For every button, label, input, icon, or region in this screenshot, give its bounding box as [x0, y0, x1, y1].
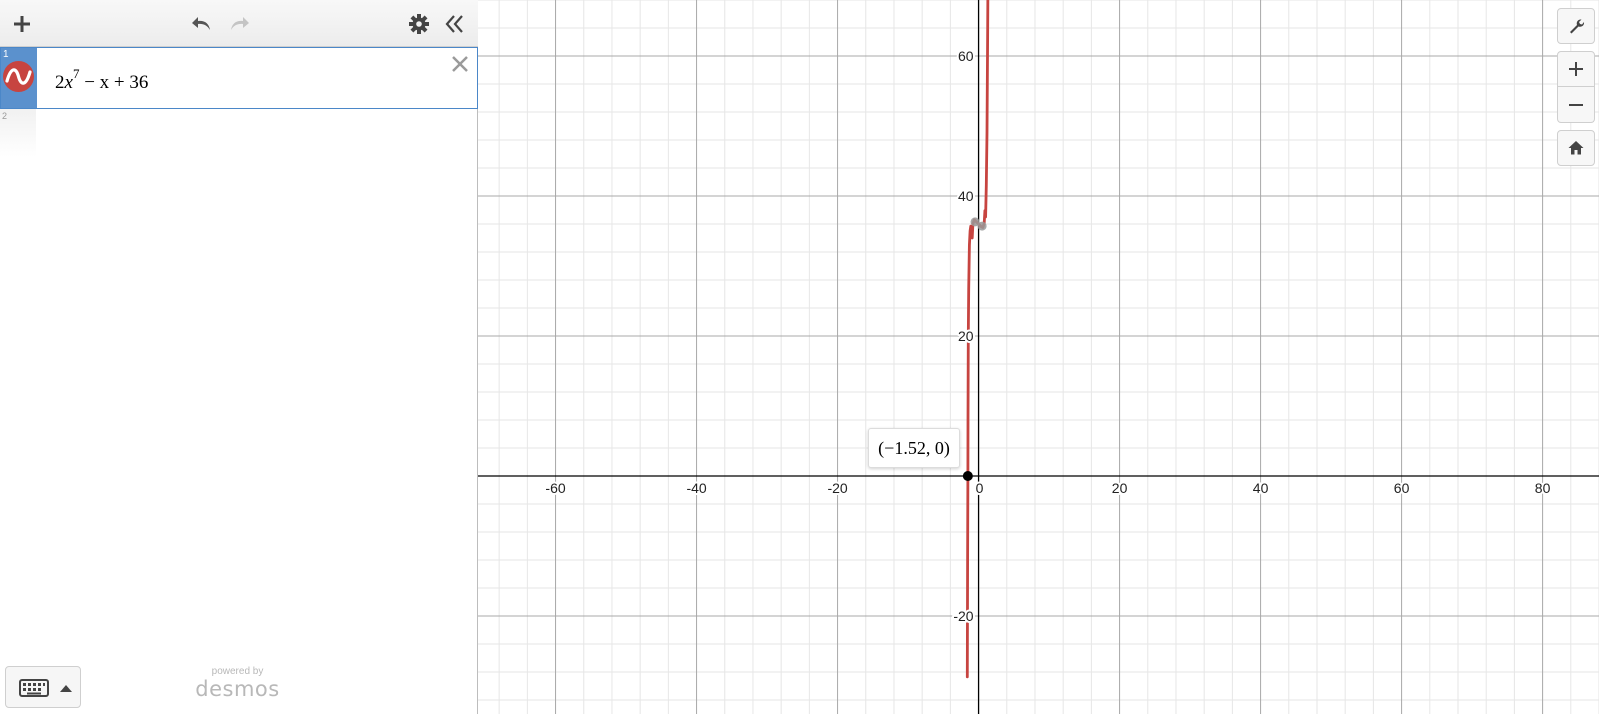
expression-rest: − x + 36	[79, 72, 149, 93]
zoom-out-button[interactable]	[1557, 87, 1595, 123]
sine-wave-icon	[5, 68, 32, 85]
expression-input[interactable]: 2x7 − x + 36	[55, 66, 148, 94]
graph-style-icon[interactable]	[3, 61, 34, 92]
expression-tab: 1	[1, 48, 37, 108]
x-tick-label: 40	[1253, 480, 1269, 496]
x-tick-label: -60	[545, 480, 565, 496]
y-tick-label: 60	[958, 48, 974, 64]
plus-icon	[14, 16, 30, 32]
x-tick-label: 0	[976, 480, 984, 496]
redo-button[interactable]	[224, 9, 254, 39]
x-tick-label: -40	[686, 480, 706, 496]
expression-coefficient: 2	[55, 72, 65, 93]
extremum-point[interactable]	[977, 221, 987, 231]
zoom-in-button[interactable]	[1557, 51, 1595, 87]
caret-up-icon	[60, 685, 72, 692]
double-chevron-left-icon	[445, 15, 463, 33]
expression-index: 2	[2, 111, 8, 121]
x-tick-label: 80	[1535, 480, 1551, 496]
desmos-logo: desmos	[195, 677, 280, 701]
zoom-in-icon	[1569, 62, 1583, 76]
default-viewport-button[interactable]	[1557, 130, 1595, 166]
redo-icon	[231, 17, 249, 30]
delete-expression-button[interactable]	[449, 53, 471, 75]
gear-icon	[409, 14, 429, 34]
expression-list-panel: 1 2x7 − x + 36 2 powered by desmos	[0, 0, 478, 714]
powered-by-desmos[interactable]: powered by desmos	[195, 666, 280, 700]
major-grid	[478, 0, 1599, 714]
expression-item-2[interactable]: 2	[0, 109, 478, 157]
x-tick-label: 60	[1394, 480, 1410, 496]
y-tick-label: 40	[958, 188, 974, 204]
x-tick-label: -20	[827, 480, 847, 496]
undo-button[interactable]	[187, 9, 217, 39]
collapse-panel-button[interactable]	[440, 9, 470, 39]
graph-paper[interactable]: -60 -40 -20 0 20 40 60 80 -20 20 40 60 (−1.52, 0)	[478, 0, 1599, 714]
x-tick-labels: -60 -40 -20 0 20 40 60 80	[543, 478, 1552, 498]
x-tick-label: 20	[1112, 480, 1128, 496]
undo-icon	[192, 17, 210, 30]
graph-canvas[interactable]: -60 -40 -20 0 20 40 60 80 -20 20 40 60	[478, 0, 1599, 714]
expression-item-1[interactable]: 1 2x7 − x + 36	[0, 47, 478, 109]
expression-tab: 2	[0, 109, 36, 157]
wrench-icon	[1570, 19, 1585, 34]
points-group	[962, 217, 987, 481]
axes	[478, 0, 1599, 714]
keypad-toggle-button[interactable]	[5, 666, 81, 708]
minor-grid	[478, 0, 1599, 714]
expression-variable: x	[64, 72, 73, 93]
point-coordinate-label: (−1.52, 0)	[868, 428, 960, 468]
expression-toolbar	[0, 0, 478, 47]
close-icon	[452, 56, 468, 72]
root-point[interactable]	[962, 471, 973, 481]
y-tick-label: 20	[958, 328, 974, 344]
zoom-out-icon	[1569, 103, 1583, 106]
y-tick-label: -20	[953, 608, 973, 624]
add-item-button[interactable]	[7, 9, 37, 39]
graph-settings-button[interactable]	[1557, 8, 1595, 44]
settings-button[interactable]	[404, 9, 434, 39]
keyboard-icon	[19, 679, 72, 697]
expression-index: 1	[3, 49, 9, 60]
home-icon	[1568, 141, 1584, 155]
